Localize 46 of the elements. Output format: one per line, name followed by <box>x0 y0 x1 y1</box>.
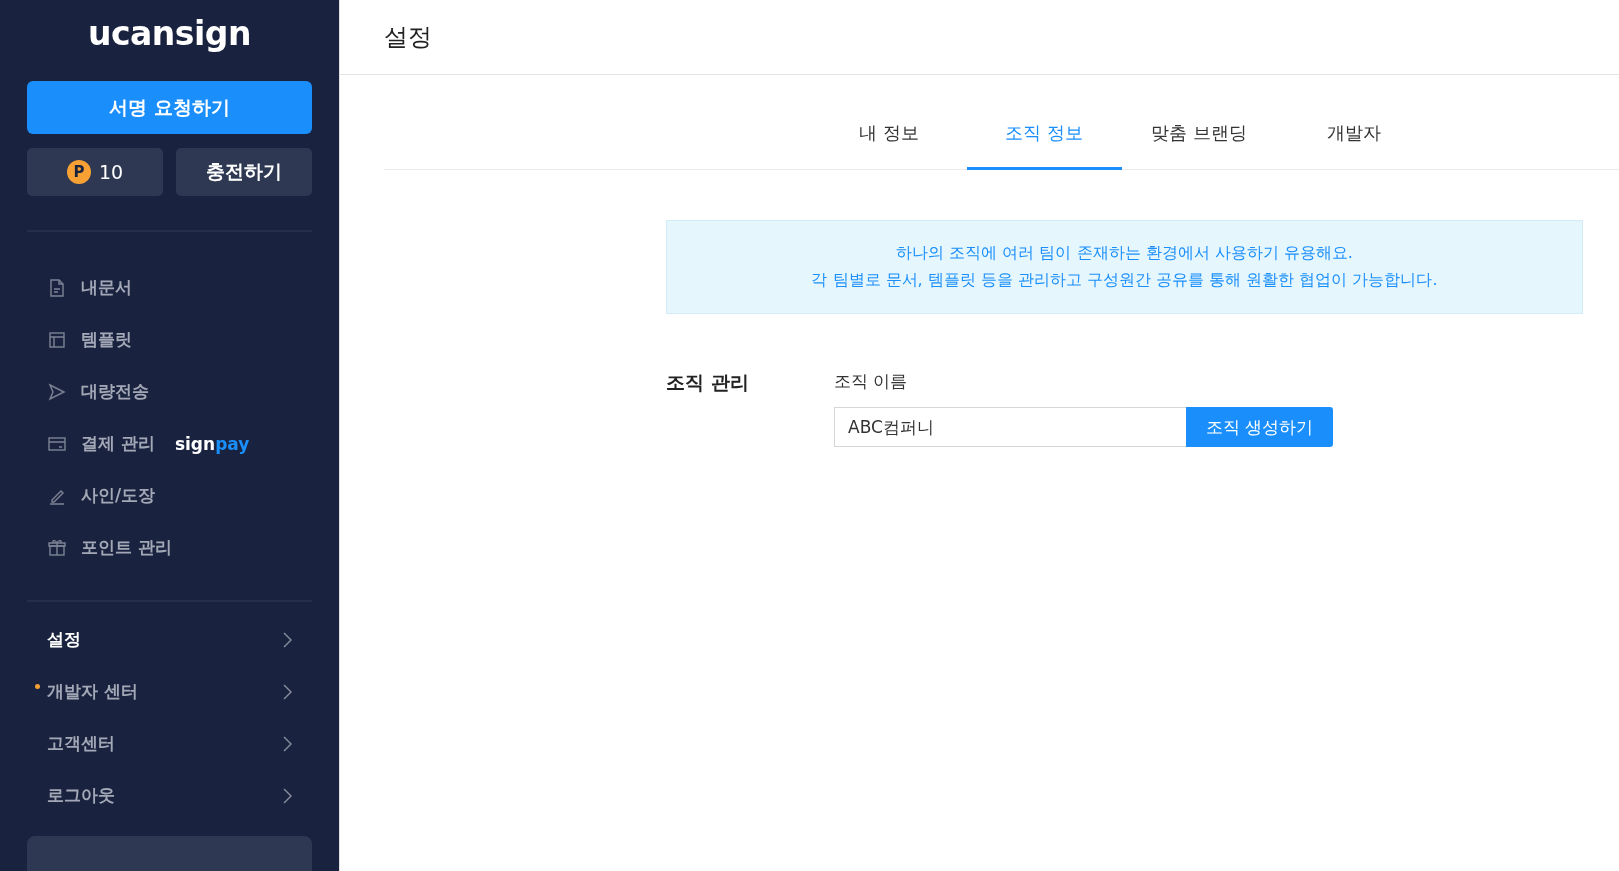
chevron-right-icon <box>282 631 292 648</box>
page-title: 설정 <box>384 22 432 53</box>
sidebar-item-label: 결제 관리 <box>81 432 155 456</box>
sidebar-link-label: 개발자 센터 <box>47 680 138 704</box>
sidebar-item-label: 템플릿 <box>81 328 132 352</box>
sidebar-item-label: 내문서 <box>81 276 132 300</box>
sidebar-link[interactable]: 고객센터 <box>27 717 312 770</box>
send-icon <box>47 381 67 402</box>
tab[interactable]: 내 정보 <box>811 99 967 170</box>
sidebar-item[interactable]: 템플릿 <box>27 313 312 366</box>
sidebar-link[interactable]: 설정 <box>27 613 312 666</box>
document-icon <box>47 277 67 298</box>
sidebar-item[interactable]: 대량전송 <box>27 365 312 418</box>
sidebar-link[interactable]: 로그아웃 <box>27 769 312 822</box>
points-value: 10 <box>98 161 124 184</box>
request-signature-button[interactable]: 서명 요청하기 <box>27 81 312 135</box>
chevron-right-icon <box>282 787 292 804</box>
field-label: 조직 이름 <box>834 370 909 393</box>
sidebar-link-label: 설정 <box>47 628 81 652</box>
points-button[interactable]: P 10 <box>27 148 163 197</box>
sidebar-item[interactable]: 사인/도장 <box>27 469 312 522</box>
section-title: 조직 관리 <box>666 370 750 395</box>
create-organization-button[interactable]: 조직 생성하기 <box>1186 407 1333 447</box>
info-text: 각 팀별로 문서, 템플릿 등을 관리하고 구성원간 공유를 통해 원활한 협업이 가능합니다. <box>811 270 1438 291</box>
organization-name-field[interactable]: ABC컴퍼니 <box>834 407 1186 447</box>
tab[interactable]: 맞춤 브랜딩 <box>1121 99 1277 170</box>
sidebar-item-label: 대량전송 <box>81 380 149 404</box>
sidebar-item[interactable]: 내문서 <box>27 261 312 314</box>
signpay-logo: signpay <box>174 433 250 454</box>
sidebar-item[interactable]: 결제 관리 signpay <box>27 417 312 470</box>
sidebar-link-label: 로그아웃 <box>47 784 115 808</box>
sidebar-item-label: 포인트 관리 <box>81 536 172 560</box>
sidebar-item-label: 사인/도장 <box>81 484 156 508</box>
gift-icon <box>47 537 67 558</box>
sidebar-link[interactable]: 개발자 센터 <box>27 665 312 718</box>
chevron-right-icon <box>282 735 292 752</box>
tab[interactable]: 개발자 <box>1276 99 1432 170</box>
tab[interactable]: 조직 정보 <box>966 99 1122 170</box>
points-icon: P <box>66 160 91 185</box>
chevron-right-icon <box>282 683 292 700</box>
sidebar-item[interactable]: 포인트 관리 <box>27 521 312 574</box>
ucansign-logo[interactable]: ucansign <box>88 14 251 53</box>
charge-button[interactable]: 충전하기 <box>176 148 312 197</box>
sidebar-link-label: 고객센터 <box>47 732 115 756</box>
layout-icon <box>47 329 67 350</box>
info-text: 하나의 조직에 여러 팀이 존재하는 환경에서 사용하기 유용해요. <box>896 243 1353 264</box>
